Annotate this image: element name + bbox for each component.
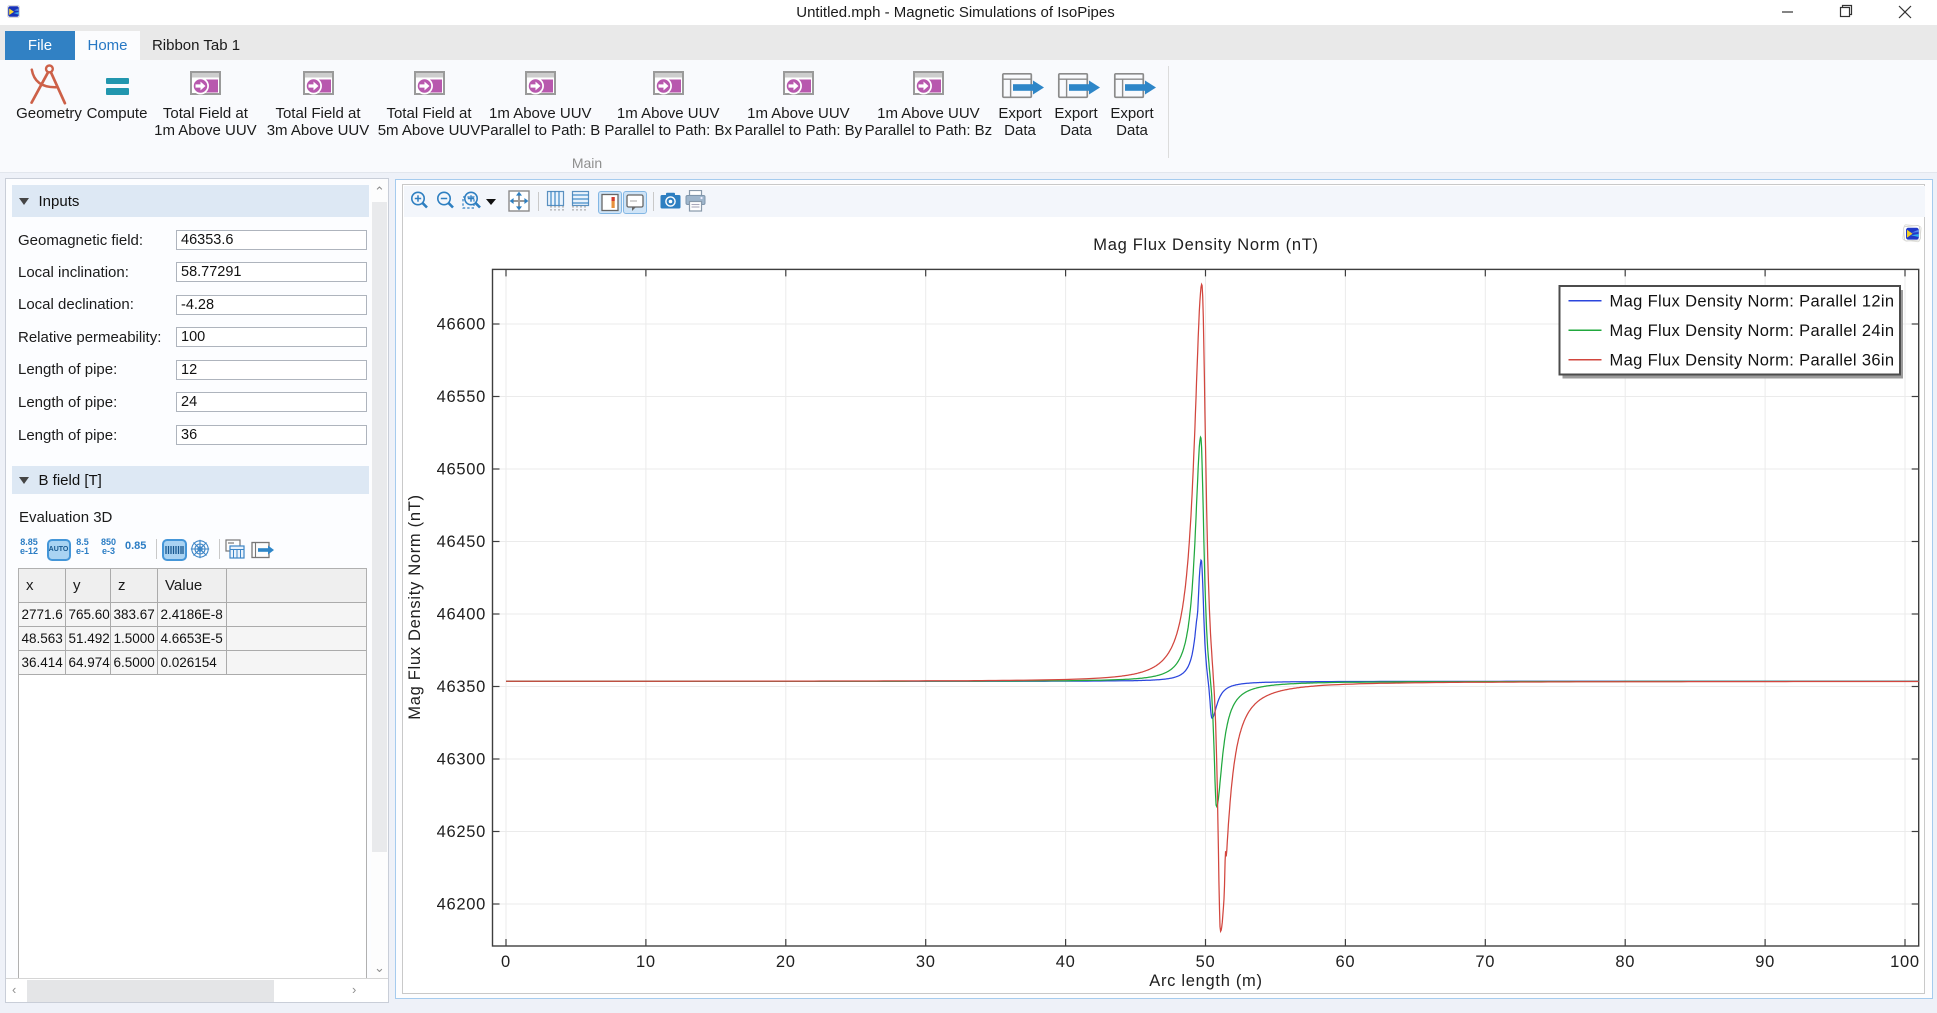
svg-text:Mag Flux Density Norm: Paralle: Mag Flux Density Norm: Parallel 24in xyxy=(1610,322,1895,340)
svg-text:46200: 46200 xyxy=(437,896,486,914)
svg-text:46600: 46600 xyxy=(437,316,486,334)
svg-text:Mag Flux Density Norm: Paralle: Mag Flux Density Norm: Parallel 12in xyxy=(1610,293,1895,311)
svg-text:46500: 46500 xyxy=(437,461,486,479)
svg-text:46450: 46450 xyxy=(437,533,486,551)
svg-text:Mag Flux Density Norm (nT): Mag Flux Density Norm (nT) xyxy=(406,494,424,719)
svg-text:70: 70 xyxy=(1475,953,1495,971)
svg-text:0: 0 xyxy=(501,953,511,971)
svg-text:20: 20 xyxy=(776,953,796,971)
svg-text:Mag Flux Density Norm (nT): Mag Flux Density Norm (nT) xyxy=(1093,236,1318,254)
svg-text:46300: 46300 xyxy=(437,751,486,769)
svg-text:80: 80 xyxy=(1615,953,1635,971)
svg-text:90: 90 xyxy=(1755,953,1775,971)
svg-text:40: 40 xyxy=(1056,953,1076,971)
svg-text:10: 10 xyxy=(636,953,656,971)
svg-text:30: 30 xyxy=(916,953,936,971)
svg-text:46350: 46350 xyxy=(437,678,486,696)
svg-text:46250: 46250 xyxy=(437,823,486,841)
svg-text:50: 50 xyxy=(1196,953,1216,971)
svg-text:Mag Flux Density Norm: Paralle: Mag Flux Density Norm: Parallel 36in xyxy=(1610,352,1895,370)
svg-text:46400: 46400 xyxy=(437,606,486,624)
svg-text:60: 60 xyxy=(1336,953,1356,971)
svg-text:Arc length (m): Arc length (m) xyxy=(1149,972,1262,990)
svg-text:100: 100 xyxy=(1890,953,1920,971)
svg-text:46550: 46550 xyxy=(437,388,486,406)
